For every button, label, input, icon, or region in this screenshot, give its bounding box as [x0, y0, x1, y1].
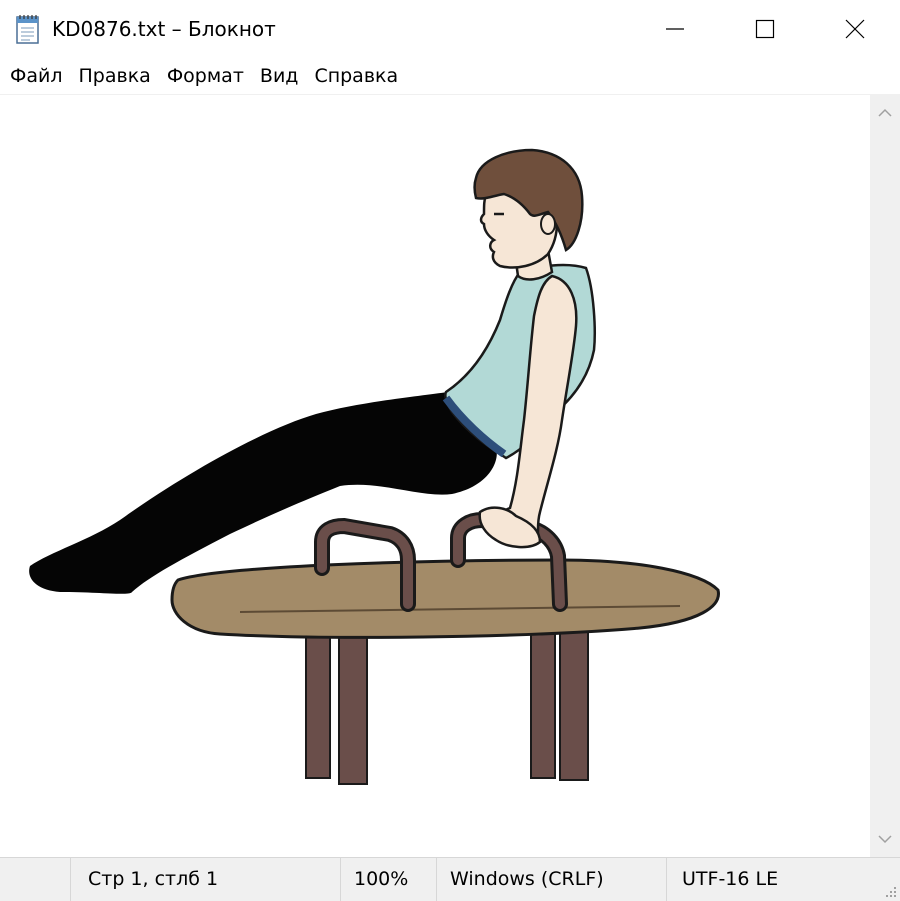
status-bar: Стр 1, стлб 1 100% Windows (CRLF) UTF-16…	[0, 857, 900, 901]
status-separator	[666, 858, 667, 901]
minimize-button[interactable]	[630, 0, 720, 58]
gymnast-pommel-horse-illustration	[29, 148, 720, 785]
encoding: UTF-16 LE	[682, 868, 779, 890]
window-title: KD0876.txt – Блокнот	[52, 17, 276, 41]
gymnast-ear	[540, 213, 556, 235]
maximize-button[interactable]	[720, 0, 810, 58]
chevron-up-icon	[878, 108, 892, 117]
menu-format[interactable]: Формат	[159, 58, 252, 94]
menu-view[interactable]: Вид	[252, 58, 307, 94]
maximize-icon	[755, 19, 775, 39]
menu-help[interactable]: Справка	[306, 58, 406, 94]
text-area[interactable]	[0, 95, 870, 857]
status-separator	[340, 858, 341, 901]
horse-body	[170, 558, 720, 639]
menu-edit[interactable]: Правка	[71, 58, 159, 94]
close-button[interactable]	[810, 0, 900, 58]
horse-leg-back-left	[305, 627, 331, 779]
menu-bar: Файл Правка Формат Вид Справка	[0, 58, 900, 95]
resize-grip-icon[interactable]	[882, 883, 898, 899]
status-separator	[436, 858, 437, 901]
horse-leg-back-right	[530, 627, 556, 779]
close-icon	[845, 19, 865, 39]
status-separator	[70, 858, 71, 901]
scroll-down-button[interactable]	[870, 821, 900, 857]
chevron-down-icon	[878, 835, 892, 844]
zoom-level: 100%	[354, 868, 409, 890]
line-endings: Windows (CRLF)	[450, 868, 604, 890]
minimize-icon	[666, 28, 684, 30]
notepad-icon	[16, 15, 39, 44]
vertical-scrollbar[interactable]	[870, 95, 900, 857]
horse-leg-front-left	[338, 627, 368, 785]
menu-file[interactable]: Файл	[2, 58, 71, 94]
scroll-up-button[interactable]	[870, 95, 900, 131]
title-bar: KD0876.txt – Блокнот	[0, 0, 900, 58]
horse-leg-front-right	[559, 627, 589, 781]
cursor-position: Стр 1, стлб 1	[88, 868, 219, 890]
